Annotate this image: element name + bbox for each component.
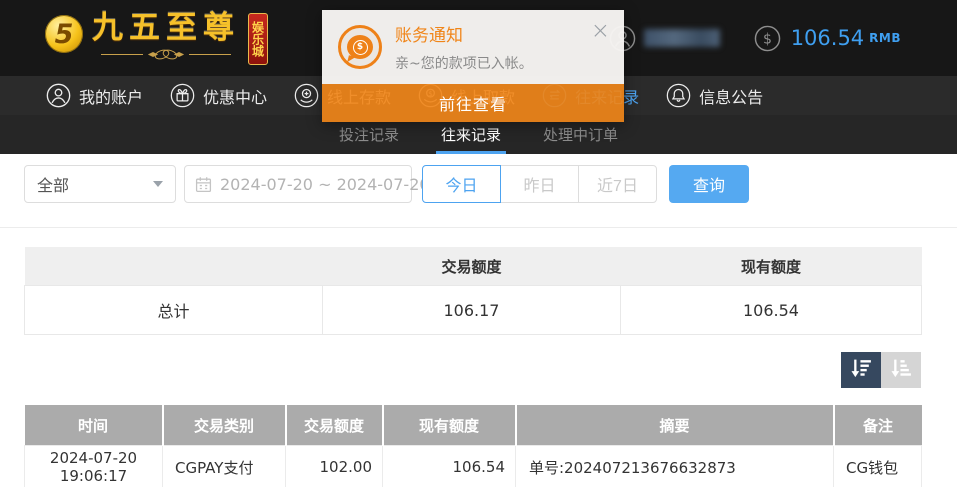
sort-descending-button[interactable] (841, 352, 881, 388)
records-header-row: 时间 交易类别 交易额度 现有额度 摘要 备注 (25, 405, 922, 446)
close-icon[interactable]: × (591, 20, 610, 43)
col-summary: 摘要 (516, 405, 834, 446)
tab-label: 往来记录 (441, 124, 501, 145)
summary-total-row: 总计 106.17 106.54 (25, 286, 922, 335)
filter-row: 全部 2024-07-20 ~ 2024-07-20 今日 昨日 近7日 查询 (24, 165, 749, 203)
col-trade-amount: 交易额度 (286, 405, 383, 446)
gift-icon (170, 83, 195, 108)
summary-col-blank (25, 247, 323, 286)
calendar-icon (195, 176, 212, 193)
chevron-down-icon (153, 181, 163, 187)
date-range-value: 2024-07-20 ~ 2024-07-20 (220, 175, 430, 194)
sort-ascending-button[interactable] (881, 352, 921, 388)
type-select[interactable]: 全部 (24, 165, 176, 203)
cell-summary: 单号:202407213676632873 (516, 446, 834, 487)
summary-trade-amount: 106.17 (323, 286, 621, 335)
section-divider (0, 227, 957, 228)
summary-current-amount: 106.54 (621, 286, 922, 335)
balance-currency: RMB (869, 31, 901, 45)
sort-ascending-icon (890, 357, 913, 383)
cell-current-amount: 106.54 (383, 446, 516, 487)
account-notice-popup: $ 账务通知 亲~您的款项已入帐。 × 前往查看 (322, 10, 624, 122)
search-button[interactable]: 查询 (669, 165, 749, 203)
sort-toolbar (841, 352, 921, 388)
cell-time: 2024-07-20 19:06:17 (25, 446, 163, 487)
tab-label: 投注记录 (339, 124, 399, 145)
cell-note: CG钱包 (834, 446, 922, 487)
bell-icon (666, 83, 691, 108)
tab-label: 处理中订单 (543, 124, 618, 145)
nav-item-promotions[interactable]: 优惠中心 (170, 83, 267, 108)
nav-item-my-account[interactable]: 我的账户 (46, 83, 143, 108)
popup-body: $ 账务通知 亲~您的款项已入帐。 × (322, 10, 624, 84)
brand-mark-icon: 5 (45, 15, 83, 53)
col-time: 时间 (25, 405, 163, 446)
svg-text:$: $ (763, 31, 772, 47)
popup-message: 亲~您的款项已入帐。 (395, 53, 533, 73)
brand-badge: 娱乐城 (248, 13, 268, 65)
quick-range-last7days[interactable]: 近7日 (578, 165, 657, 203)
summary-header-row: 交易额度 现有额度 (25, 247, 922, 286)
nav-label: 我的账户 (79, 84, 143, 108)
money-message-icon: $ (338, 25, 382, 69)
brand-logo[interactable]: 5 九五至尊 娱乐城 (45, 9, 268, 65)
col-note: 备注 (834, 405, 922, 446)
cell-trade-amount: 102.00 (286, 446, 383, 487)
balance-amount: 106.54 (791, 26, 864, 50)
sort-descending-icon (850, 357, 873, 383)
username-blurred[interactable] (644, 29, 720, 47)
cell-type: CGPAY支付 (163, 446, 286, 487)
nav-label: 信息公告 (699, 84, 763, 108)
quick-range-group: 今日 昨日 近7日 (422, 165, 657, 203)
summary-col-current-amount: 现有额度 (621, 247, 922, 286)
quick-range-yesterday[interactable]: 昨日 (500, 165, 579, 203)
col-current-amount: 现有额度 (383, 405, 516, 446)
brand-name: 九五至尊 (92, 9, 240, 48)
date-range-input[interactable]: 2024-07-20 ~ 2024-07-20 (184, 165, 412, 203)
records-table: 时间 交易类别 交易额度 现有额度 摘要 备注 2024-07-20 19:06… (24, 405, 922, 487)
popup-go-view-button[interactable]: 前往查看 (322, 84, 624, 122)
nav-item-announcements[interactable]: 信息公告 (666, 83, 763, 108)
user-icon (46, 83, 71, 108)
quick-range-today[interactable]: 今日 (422, 165, 501, 203)
summary-total-label: 总计 (25, 286, 323, 335)
col-type: 交易类别 (163, 405, 286, 446)
transaction-records-page: 5 九五至尊 娱乐城 (0, 0, 957, 487)
nav-label: 优惠中心 (203, 84, 267, 108)
dollar-icon: $ (754, 25, 781, 52)
deposit-icon (294, 83, 319, 108)
type-select-value: 全部 (37, 172, 69, 196)
table-row: 2024-07-20 19:06:17 CGPAY支付 102.00 106.5… (25, 446, 922, 487)
user-info: $ 106.54 RMB (609, 0, 901, 76)
flourish-icon (99, 48, 233, 61)
summary-table: 交易额度 现有额度 总计 106.17 106.54 (24, 247, 922, 335)
summary-col-trade-amount: 交易额度 (323, 247, 621, 286)
popup-title: 账务通知 (395, 21, 533, 46)
